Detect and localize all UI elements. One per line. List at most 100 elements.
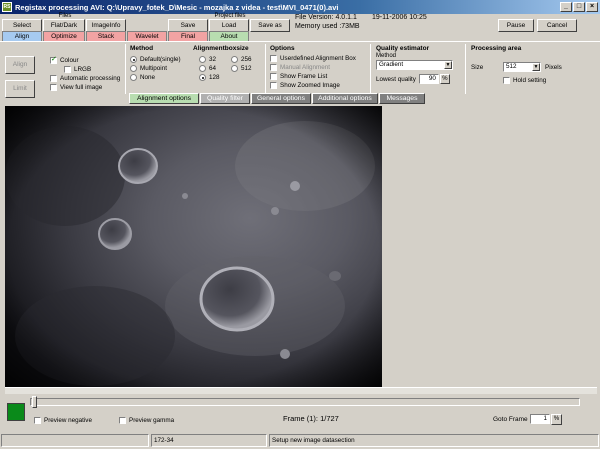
view-full-image-label: View full image <box>60 84 103 91</box>
processing-area-group: Processing area Size 512 ▼ Pixels Hold s… <box>471 45 591 85</box>
minimize-button[interactable]: _ <box>560 2 572 12</box>
preview-gamma-row: Preview gamma <box>119 416 174 425</box>
quality-estimator-title: Quality estimator <box>376 45 430 52</box>
window-title: Registax processing AVI: Q:\Upravy_fotek… <box>15 2 339 12</box>
tab-wavelet[interactable]: Wavelet <box>127 31 167 41</box>
preview-gamma-checkbox[interactable] <box>119 417 126 424</box>
subtab-general-options[interactable]: General options <box>251 93 311 104</box>
manual-alignment-checkbox[interactable] <box>270 64 277 71</box>
save-as-button[interactable]: Save as <box>250 19 290 32</box>
goto-frame-button[interactable]: % <box>551 414 562 425</box>
method-none-label: None <box>140 74 156 81</box>
method-group: Method Default(single) Multipoint None <box>130 45 181 82</box>
horizontal-scrollbar[interactable] <box>5 387 597 394</box>
subtab-additional-options[interactable]: Additional options <box>312 93 378 104</box>
hold-setting-label: Hold setting <box>513 77 547 84</box>
pause-button[interactable]: Pause <box>498 19 534 32</box>
size-label: Size <box>471 63 484 71</box>
title-bar: RS Registax processing AVI: Q:\Upravy_fo… <box>0 0 600 14</box>
box-64-radio[interactable] <box>199 65 206 72</box>
build-date: 19-11-2006 10:25 <box>372 14 427 21</box>
status-pane-empty <box>1 434 149 447</box>
chevron-down-icon[interactable]: ▼ <box>532 63 540 71</box>
close-button[interactable]: × <box>586 2 598 12</box>
status-message: Setup new image datasection <box>269 434 599 447</box>
slider-thumb[interactable] <box>32 396 37 408</box>
lowest-quality-label: Lowest quality <box>376 75 416 83</box>
tab-align[interactable]: Align <box>2 31 42 41</box>
tab-about[interactable]: About <box>209 31 249 41</box>
status-code: 172-34 <box>151 434 267 447</box>
box-32-label: 32 <box>209 56 217 63</box>
tab-optimize[interactable]: Optimize <box>43 31 85 41</box>
box-256-label: 256 <box>241 56 252 63</box>
options-title: Options <box>270 45 295 52</box>
method-multipoint-label: Multipoint <box>140 65 167 72</box>
method-title: Method <box>130 45 154 52</box>
limit-button[interactable]: Limit <box>5 80 35 98</box>
quality-method-value: Gradient <box>379 61 404 68</box>
image-viewport[interactable] <box>5 106 382 387</box>
box-128-radio[interactable] <box>199 74 206 81</box>
box-32-radio[interactable] <box>199 56 206 63</box>
quality-method-label: Method <box>376 53 397 59</box>
options-group: Options Userdefined Alignment Box Manual… <box>270 45 356 90</box>
method-default-radio[interactable] <box>130 56 137 63</box>
tab-final[interactable]: Final <box>168 31 208 41</box>
subtab-quality-filter[interactable]: Quality filter <box>200 93 250 104</box>
view-full-image-checkbox[interactable] <box>50 84 57 91</box>
box-64-label: 64 <box>209 65 217 72</box>
frame-counter: Frame (1): 1/727 <box>283 414 339 423</box>
preview-negative-checkbox[interactable] <box>34 417 41 424</box>
quality-method-select[interactable]: Gradient ▼ <box>376 60 453 70</box>
goto-frame-input[interactable]: 1 <box>530 414 550 424</box>
lrgb-label: LRGB <box>74 66 92 73</box>
method-none-radio[interactable] <box>130 74 137 81</box>
cancel-button[interactable]: Cancel <box>537 19 577 32</box>
pixels-label: Pixels <box>545 63 562 71</box>
registax-icon[interactable]: RS <box>2 2 12 12</box>
subtab-alignment-options[interactable]: Alignment options <box>129 93 199 104</box>
file-version: File Version: 4.0.1.1 <box>295 14 357 21</box>
box-128-label: 128 <box>209 74 220 81</box>
preview-negative-row: Preview negative <box>34 416 92 425</box>
colour-group: Colour LRGB Automatic processing View fu… <box>50 55 121 92</box>
colour-checkbox[interactable] <box>50 55 57 64</box>
frame-slider[interactable] <box>30 396 580 408</box>
alignment-box-title: Alignmentboxsize <box>193 45 249 52</box>
box-512-label: 512 <box>241 65 252 72</box>
auto-processing-label: Automatic processing <box>60 75 121 82</box>
method-multipoint-radio[interactable] <box>130 65 137 72</box>
processing-area-title: Processing area <box>471 45 522 52</box>
alignment-box-group: Alignmentboxsize 32 64 128 256 512 <box>193 45 263 82</box>
show-zoomed-image-label: Show Zoomed Image <box>280 82 340 89</box>
quality-estimator-group: Quality estimator Method Gradient ▼ Lowe… <box>376 45 461 84</box>
method-default-label: Default(single) <box>140 56 181 63</box>
memory-used: Memory used :73MB <box>295 23 360 30</box>
maximize-button[interactable]: □ <box>573 2 585 12</box>
tab-stack[interactable]: Stack <box>86 31 126 41</box>
lrgb-checkbox[interactable] <box>64 66 71 73</box>
show-frame-list-checkbox[interactable] <box>270 73 277 80</box>
box-256-radio[interactable] <box>231 56 238 63</box>
subtab-messages[interactable]: Messages <box>379 93 425 104</box>
preview-negative-label: Preview negative <box>44 417 92 424</box>
userdefined-box-checkbox[interactable] <box>270 55 277 62</box>
size-select[interactable]: 512 ▼ <box>503 62 541 72</box>
align-button[interactable]: Align <box>5 56 35 74</box>
chevron-down-icon[interactable]: ▼ <box>444 61 452 69</box>
box-512-radio[interactable] <box>231 65 238 72</box>
hold-setting-checkbox[interactable] <box>503 77 510 84</box>
status-bar: 172-34 Setup new image datasection <box>0 433 600 449</box>
show-zoomed-image-checkbox[interactable] <box>270 82 277 89</box>
size-value: 512 <box>506 63 517 70</box>
side-area <box>384 106 596 387</box>
separator <box>125 44 126 94</box>
auto-processing-checkbox[interactable] <box>50 75 57 82</box>
align-options-panel: Align Limit Colour LRGB Automatic proces… <box>0 41 600 105</box>
show-frame-list-label: Show Frame List <box>280 73 328 80</box>
percent-icon[interactable]: % <box>439 74 450 84</box>
lowest-quality-input[interactable]: 90 <box>418 74 439 84</box>
preview-gamma-label: Preview gamma <box>129 417 175 424</box>
userdefined-box-label: Userdefined Alignment Box <box>280 55 356 62</box>
